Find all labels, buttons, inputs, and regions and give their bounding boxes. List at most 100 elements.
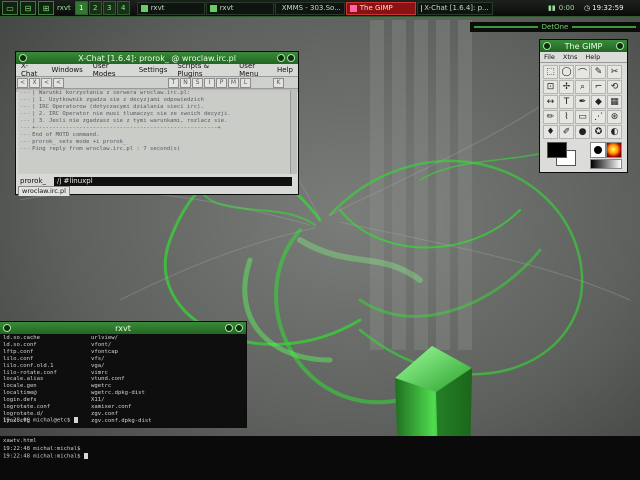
menu-file[interactable]: File [544,53,555,61]
paintbrush-icon[interactable]: ⌇ [559,110,574,124]
pattern-preview[interactable] [606,142,622,158]
free-select-icon[interactable]: ⌒ [575,65,590,79]
minimize-icon[interactable] [277,54,285,62]
tab-server[interactable]: wroclaw.irc.pl [18,186,70,196]
chat-scrollbar[interactable] [290,90,297,174]
xchat-titlebar[interactable]: X-Chat [1.6.4]: prorok_ @ wroclaw.irc.pl [16,52,298,64]
mode-m-button[interactable]: M [228,77,239,88]
mode-l-button[interactable]: L [240,77,251,88]
xchat-menubar: X-Chat Windows User Modes Settings Scrip… [16,62,298,78]
gimp-icon [349,4,357,12]
dodge-burn-icon[interactable]: ● [575,125,590,139]
crop-icon[interactable]: ⌐ [591,80,606,94]
chat-line: --- | IRC Operatorow (dotyczacymi dzialan… [20,104,204,110]
chat-input[interactable]: /j #linuxpl [54,176,292,186]
close-icon[interactable] [235,324,243,332]
toolbar-left-button[interactable]: < [41,77,52,88]
smudge-icon[interactable]: ✪ [591,125,606,139]
ink-icon[interactable]: ♦ [543,125,558,139]
taskbar-item-label: rxvt [219,4,234,12]
file-entry: zgv.conf [91,410,118,417]
menu-windows[interactable]: Windows [52,66,83,74]
chat-line: --- Ping reply from wroclaw.irc.pl : 7 se… [20,146,181,152]
menu-xtns[interactable]: Xtns [563,53,578,61]
foreground-color-swatch[interactable] [547,142,567,158]
scissors-icon[interactable]: ✂ [607,65,622,79]
brush-preview[interactable] [590,142,606,158]
minimize-icon[interactable] [225,324,233,332]
window-menu-icon[interactable] [19,54,27,62]
gimp-title: The GIMP [564,41,603,51]
chat-log[interactable]: --- | Warunki korzystania z serwera wrocl… [18,90,290,174]
tray-cpu-value: 0:00 [558,4,575,12]
rect-select-icon[interactable]: ⬚ [543,65,558,79]
airbrush-icon[interactable]: ⋰ [591,110,606,124]
lock-button[interactable]: ⊟ [20,1,36,15]
file-entry: X11/ [91,397,105,404]
file-entry: lftp.conf [3,348,34,355]
eraser-icon[interactable]: ▭ [575,110,590,124]
bottom-terminal[interactable]: xawtv.html 19:22:48 michal:michal$ 19:22… [0,436,640,480]
fuzzy-select-icon[interactable]: ✎ [591,65,606,79]
bucket-fill-icon[interactable]: ◆ [591,95,606,109]
move-icon[interactable]: ✢ [559,80,574,94]
taskbar-item-label: rxvt [150,4,165,12]
menu-settings[interactable]: Settings [139,66,168,74]
taskbar-item-rxvt-2[interactable]: rxvt [205,1,274,15]
taskbar-item-xchat[interactable]: X-Chat [1.6.4]: p... [416,1,493,15]
desktop-3-button[interactable]: 3 [102,1,116,15]
gimp-titlebar[interactable]: The GIMP [540,40,627,52]
ellipse-select-icon[interactable]: ◯ [559,65,574,79]
close-icon[interactable] [616,42,624,50]
terminal-launcher-button[interactable]: ⊞ [38,1,54,15]
text-icon[interactable]: T [559,95,574,109]
bezier-select-icon[interactable]: ⊡ [543,80,558,94]
toolbar-prev-button[interactable]: < [17,77,28,88]
menu-help[interactable]: Help [277,66,293,74]
desktop-4-button[interactable]: 4 [116,1,130,15]
transform-icon[interactable]: ⟲ [607,80,622,94]
taskbar-item-rxvt-1[interactable]: rxvt [136,1,205,15]
mode-i-button[interactable]: I [204,77,215,88]
toolbar-left2-button[interactable]: < [53,77,64,88]
clock-text: 19:32:59 [592,4,624,12]
toolbar-close-button[interactable]: X [29,77,40,88]
menu-scripts-plugins[interactable]: Scripts & Plugins [177,62,229,78]
desktop-2-button[interactable]: 2 [88,1,102,15]
magnify-icon[interactable]: ⌕ [575,80,590,94]
menu-button[interactable]: ▭ [2,1,18,15]
detone-line [474,26,538,28]
mode-p-button[interactable]: P [216,77,227,88]
terminal-output[interactable]: ld.so.cache ld.so.conf lftp.conf lilo.conf l… [0,334,246,426]
detone-bar: DetOne [470,22,640,32]
flip-icon[interactable]: ↔ [543,95,558,109]
file-entry: wgetrc.dpkg-dist [91,390,145,397]
window-menu-icon[interactable] [543,42,551,50]
close-icon[interactable] [287,54,295,62]
color-picker-icon[interactable]: ✒ [575,95,590,109]
convolve-icon[interactable]: ✐ [559,125,574,139]
desktop-1-button[interactable]: 1 [74,1,88,15]
mode-k-button[interactable]: K [273,77,284,88]
mode-t-button[interactable]: T [168,77,179,88]
taskbar-item-xmms[interactable]: XMMS - 303.So... [274,1,345,15]
menu-user-modes[interactable]: User Modes [93,62,129,78]
gradient-preview[interactable] [590,159,622,169]
window-menu-icon[interactable] [3,324,11,332]
clone-icon[interactable]: ⊛ [607,110,622,124]
file-entry: wgetrc [91,383,112,390]
pencil-icon[interactable]: ✏ [543,110,558,124]
taskbar-item-gimp[interactable]: The GIMP [345,1,416,15]
rxvt-titlebar[interactable]: rxvt [0,322,246,334]
mode-s-button[interactable]: S [192,77,203,88]
menu-xchat[interactable]: X-Chat [21,62,42,78]
mode-n-button[interactable]: N [180,77,191,88]
blend-icon[interactable]: ▦ [607,95,622,109]
taskbar-item-label: The GIMP [359,4,393,12]
menu-help[interactable]: Help [585,53,600,61]
menu-user-menu[interactable]: User Menu [239,62,272,78]
terminal-line: 19:22:48 michal:michal$ [3,453,637,461]
measure-icon[interactable]: ◐ [607,125,622,139]
chat-line: --- +------------------------------------… [20,125,221,131]
nick-button[interactable]: prorok_ [16,177,54,185]
